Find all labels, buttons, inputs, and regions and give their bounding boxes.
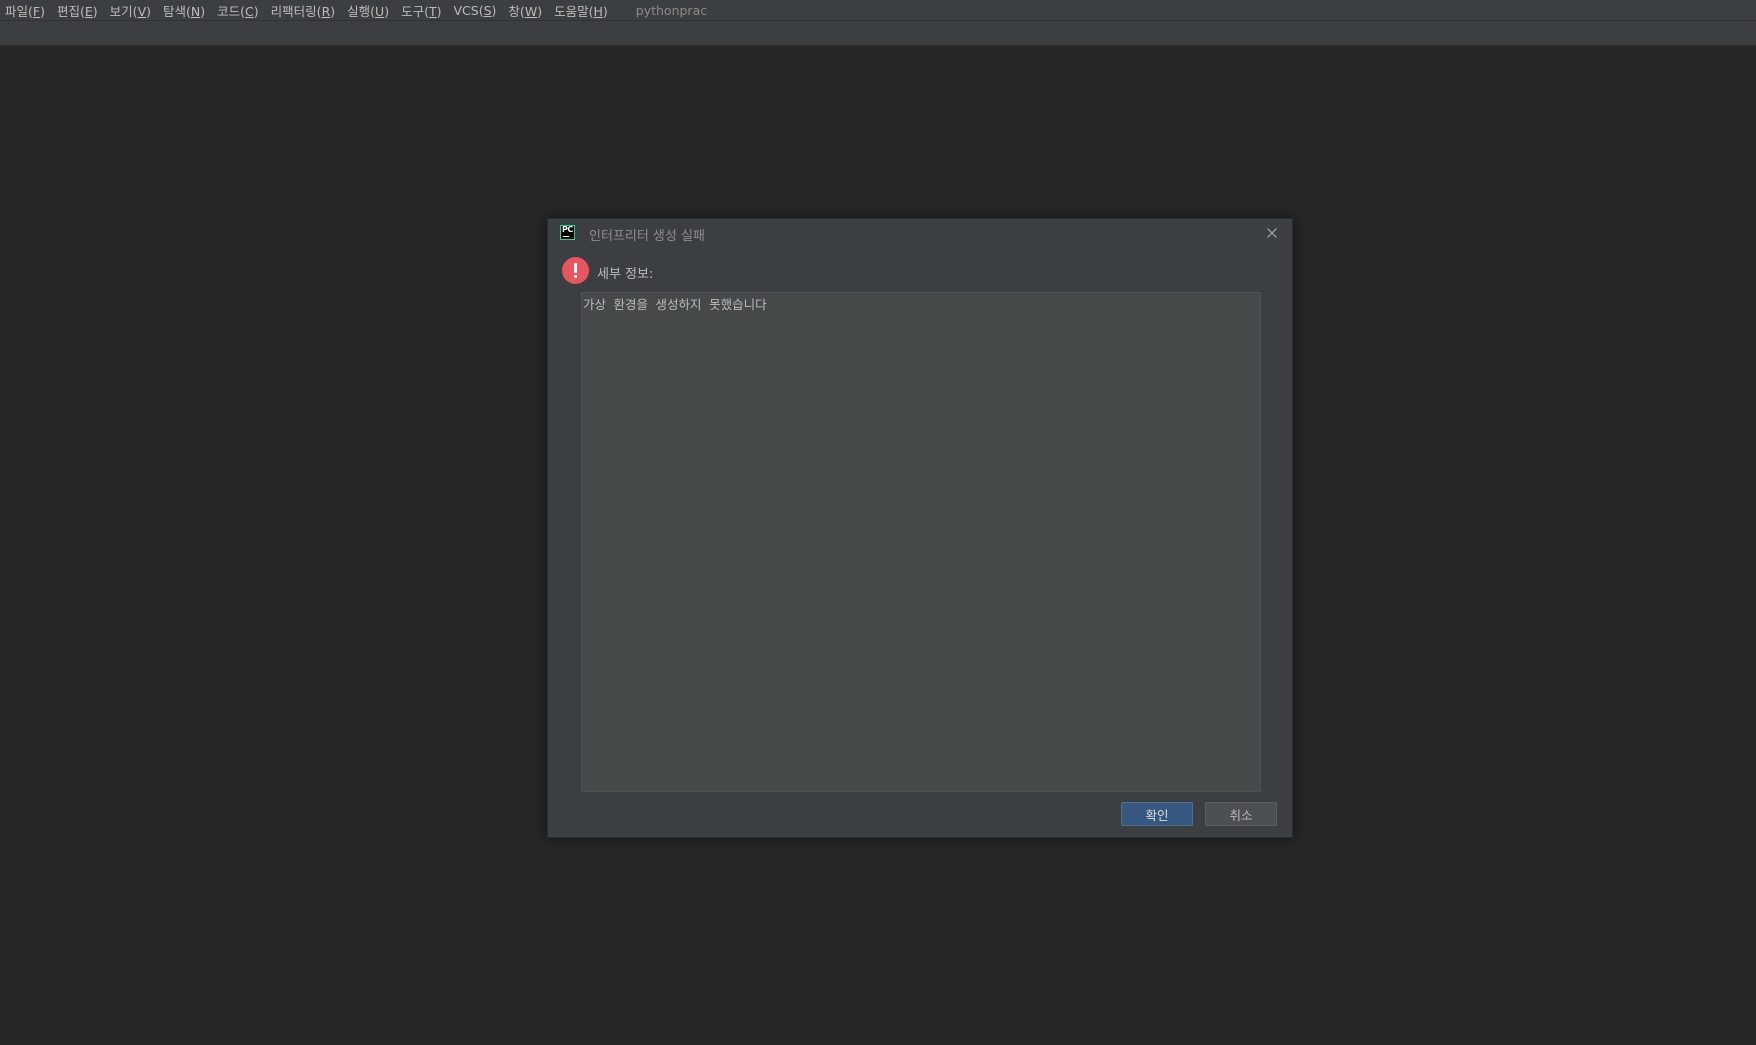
- close-icon[interactable]: [1264, 225, 1280, 241]
- menu-window[interactable]: 창(W): [508, 1, 542, 20]
- menu-help[interactable]: 도움말(H): [554, 1, 608, 20]
- dialog-titlebar[interactable]: PC 인터프리터 생성 실패: [548, 219, 1292, 247]
- menu-file[interactable]: 파일(F): [5, 1, 45, 20]
- menu-tools[interactable]: 도구(T): [401, 1, 441, 20]
- menu-edit[interactable]: 편집(E): [57, 1, 98, 20]
- project-name: pythonprac: [635, 2, 708, 18]
- menu-navigate[interactable]: 탐색(N): [163, 1, 205, 20]
- menu-bar: 파일(F) 편집(E) 보기(V) 탐색(N) 코드(C) 리팩터링(R) 실행…: [0, 0, 1756, 20]
- interpreter-error-dialog: PC 인터프리터 생성 실패 세부 정보: 가상 환경을 생성하지 못했습니다 …: [547, 218, 1293, 838]
- dialog-title: 인터프리터 생성 실패: [589, 229, 705, 244]
- error-icon: [562, 257, 589, 284]
- toolbar: [0, 20, 1756, 46]
- ok-button[interactable]: 확인: [1121, 802, 1193, 826]
- menu-refactor[interactable]: 리팩터링(R): [271, 1, 335, 20]
- menu-vcs[interactable]: VCS(S): [454, 3, 497, 18]
- pycharm-icon: PC: [560, 225, 575, 240]
- menu-code[interactable]: 코드(C): [217, 1, 259, 20]
- details-label: 세부 정보:: [597, 267, 654, 282]
- menu-run[interactable]: 실행(U): [347, 1, 389, 20]
- cancel-button[interactable]: 취소: [1205, 802, 1277, 826]
- details-text-area[interactable]: 가상 환경을 생성하지 못했습니다: [581, 292, 1261, 792]
- menu-view[interactable]: 보기(V): [110, 1, 151, 20]
